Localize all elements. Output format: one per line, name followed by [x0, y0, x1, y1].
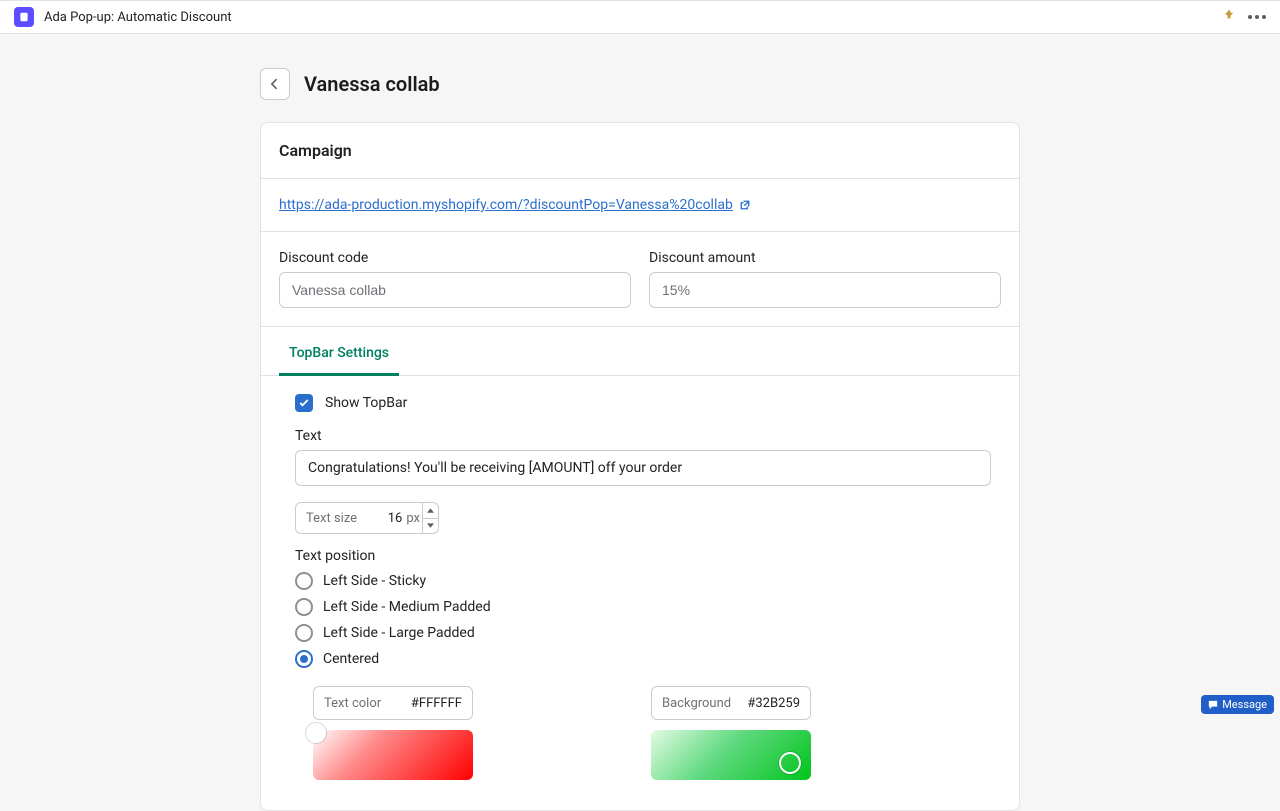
show-topbar-checkbox[interactable]: [295, 394, 313, 412]
text-label: Text: [295, 428, 985, 444]
campaign-card: Campaign https://ada-production.myshopif…: [260, 122, 1020, 811]
show-topbar-label: Show TopBar: [325, 395, 407, 411]
discount-code-input[interactable]: [279, 272, 631, 308]
page-title: Vanessa collab: [304, 72, 440, 96]
app-title: Ada Pop-up: Automatic Discount: [44, 10, 232, 25]
radio-left-sticky[interactable]: Left Side - Sticky: [295, 572, 985, 590]
text-size-unit: px: [406, 511, 420, 526]
show-topbar-row[interactable]: Show TopBar: [295, 394, 985, 412]
text-size-label: Text size: [306, 511, 388, 526]
radio-icon: [295, 624, 313, 642]
external-link-icon: [739, 199, 751, 211]
back-button[interactable]: [260, 68, 290, 100]
text-color-label: Text color: [324, 696, 381, 711]
more-icon[interactable]: [1248, 15, 1266, 19]
text-size-down[interactable]: [423, 519, 438, 534]
text-color-picker[interactable]: [313, 730, 473, 780]
radio-label: Centered: [323, 651, 379, 667]
text-size-up[interactable]: [423, 503, 438, 519]
campaign-url-text: https://ada-production.myshopify.com/?di…: [279, 197, 733, 213]
text-position-title: Text position: [295, 548, 985, 564]
campaign-section-title: Campaign: [279, 141, 1001, 160]
radio-icon: [295, 650, 313, 668]
text-size-value: 16: [388, 511, 403, 526]
radio-icon: [295, 598, 313, 616]
radio-left-large[interactable]: Left Side - Large Padded: [295, 624, 985, 642]
discount-code-label: Discount code: [279, 250, 631, 266]
discount-amount-input[interactable]: [649, 272, 1001, 308]
topbar-text-input[interactable]: Congratulations! You'll be receiving [AM…: [295, 450, 991, 486]
discount-amount-label: Discount amount: [649, 250, 1001, 266]
tab-topbar-settings[interactable]: TopBar Settings: [279, 331, 399, 376]
message-badge[interactable]: Message: [1201, 695, 1274, 714]
radio-label: Left Side - Sticky: [323, 573, 426, 589]
background-color-value: #32B259: [747, 696, 800, 711]
app-top-bar: Ada Pop-up: Automatic Discount: [0, 0, 1280, 34]
text-color-value: #FFFFFF: [411, 696, 462, 711]
background-color-label: Background: [662, 696, 731, 711]
radio-centered[interactable]: Centered: [295, 650, 985, 668]
radio-icon: [295, 572, 313, 590]
radio-label: Left Side - Medium Padded: [323, 599, 491, 615]
text-color-input[interactable]: Text color #FFFFFF: [313, 686, 473, 720]
background-color-input[interactable]: Background #32B259: [651, 686, 811, 720]
topbar-text-value: Congratulations! You'll be receiving [AM…: [308, 460, 682, 476]
campaign-url-link[interactable]: https://ada-production.myshopify.com/?di…: [279, 197, 751, 213]
app-logo-icon: [14, 7, 34, 27]
background-color-picker[interactable]: [651, 730, 811, 780]
text-size-input[interactable]: Text size 16 px: [295, 502, 439, 534]
radio-left-medium[interactable]: Left Side - Medium Padded: [295, 598, 985, 616]
radio-label: Left Side - Large Padded: [323, 625, 475, 641]
pin-icon[interactable]: [1222, 8, 1236, 26]
message-badge-label: Message: [1222, 698, 1267, 711]
